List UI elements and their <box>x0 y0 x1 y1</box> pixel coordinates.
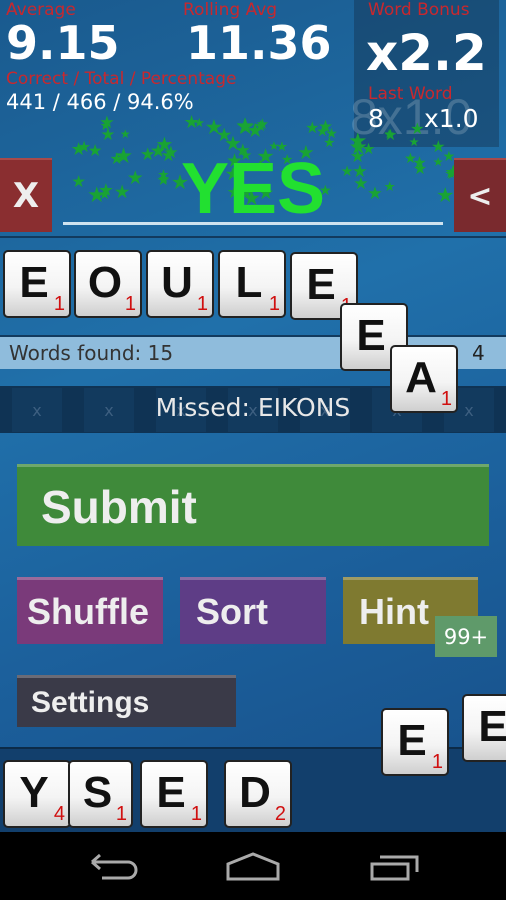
tile-value: 1 <box>124 293 136 315</box>
average-value: 9.15 <box>6 16 120 70</box>
tile[interactable]: U1 <box>146 250 214 318</box>
tile-value: 1 <box>190 803 202 825</box>
words-found-label: Words found: 15 <box>9 341 174 365</box>
tile-letter: E <box>478 702 506 751</box>
words-found-right: 4 <box>472 341 485 365</box>
clear-button[interactable]: X <box>0 158 52 232</box>
tile-value: 1 <box>440 388 452 410</box>
word-bonus-label: Word Bonus <box>368 0 470 20</box>
submit-button[interactable]: Submit <box>17 464 489 546</box>
submit-label: Submit <box>41 480 197 533</box>
rolling-avg-value: 11.36 <box>186 16 332 70</box>
settings-label: Settings <box>31 685 150 719</box>
navigation-bar <box>0 832 506 900</box>
ctp-value: 441 / 466 / 94.6% <box>6 90 194 114</box>
recents-icon[interactable] <box>370 854 420 882</box>
tile[interactable]: E1 <box>462 694 506 762</box>
tile[interactable]: D2 <box>224 760 292 828</box>
divider <box>0 236 506 238</box>
tile[interactable]: S1 <box>68 760 133 828</box>
tile-value: 4 <box>53 803 65 825</box>
clear-label: X <box>12 176 40 216</box>
ctp-label: Correct / Total / Percentage <box>6 69 237 89</box>
tile[interactable]: Y4 <box>3 760 71 828</box>
tile-value: 1 <box>53 293 65 315</box>
star-icon: ★ <box>235 114 255 140</box>
tile[interactable]: E1 <box>381 708 449 776</box>
sort-label: Sort <box>196 591 268 632</box>
star-icon: ★ <box>215 124 233 146</box>
hint-label: Hint <box>359 591 429 632</box>
back-icon[interactable] <box>88 852 138 882</box>
tile-value: 1 <box>431 751 443 773</box>
word-result: YES <box>180 149 326 229</box>
backspace-label: < <box>467 178 493 214</box>
tile[interactable]: A1 <box>390 345 458 413</box>
star-icon: ★ <box>193 115 205 131</box>
star-icon: ★ <box>119 127 131 142</box>
last-word-label: Last Word <box>368 84 453 104</box>
shuffle-label: Shuffle <box>27 591 149 632</box>
star-icon: ★ <box>325 126 338 143</box>
home-icon[interactable] <box>226 852 280 882</box>
star-icon: ★ <box>253 117 268 136</box>
settings-button[interactable]: Settings <box>17 675 236 727</box>
word-underline <box>63 222 443 225</box>
tile-value: 1 <box>196 293 208 315</box>
backspace-button[interactable]: < <box>454 158 506 232</box>
tile[interactable]: E1 <box>140 760 208 828</box>
tile[interactable]: L1 <box>218 250 286 318</box>
word-bonus-value: x2.2 <box>366 24 487 82</box>
sort-button[interactable]: Sort <box>180 577 326 644</box>
tile-value: 2 <box>274 803 286 825</box>
star-icon: ★ <box>100 124 116 145</box>
star-icon: ★ <box>383 126 398 145</box>
tile[interactable]: E1 <box>3 250 71 318</box>
hint-count-badge: 99+ <box>435 616 497 657</box>
last-word-mult: x1.0 <box>424 104 479 133</box>
tile[interactable]: O1 <box>74 250 142 318</box>
tile-value: 1 <box>268 293 280 315</box>
last-word-score: 8 <box>368 104 384 133</box>
star-icon: ★ <box>305 117 320 137</box>
shuffle-button[interactable]: Shuffle <box>17 577 163 644</box>
star-icon: ★ <box>410 119 425 139</box>
tile-value: 1 <box>115 803 127 825</box>
